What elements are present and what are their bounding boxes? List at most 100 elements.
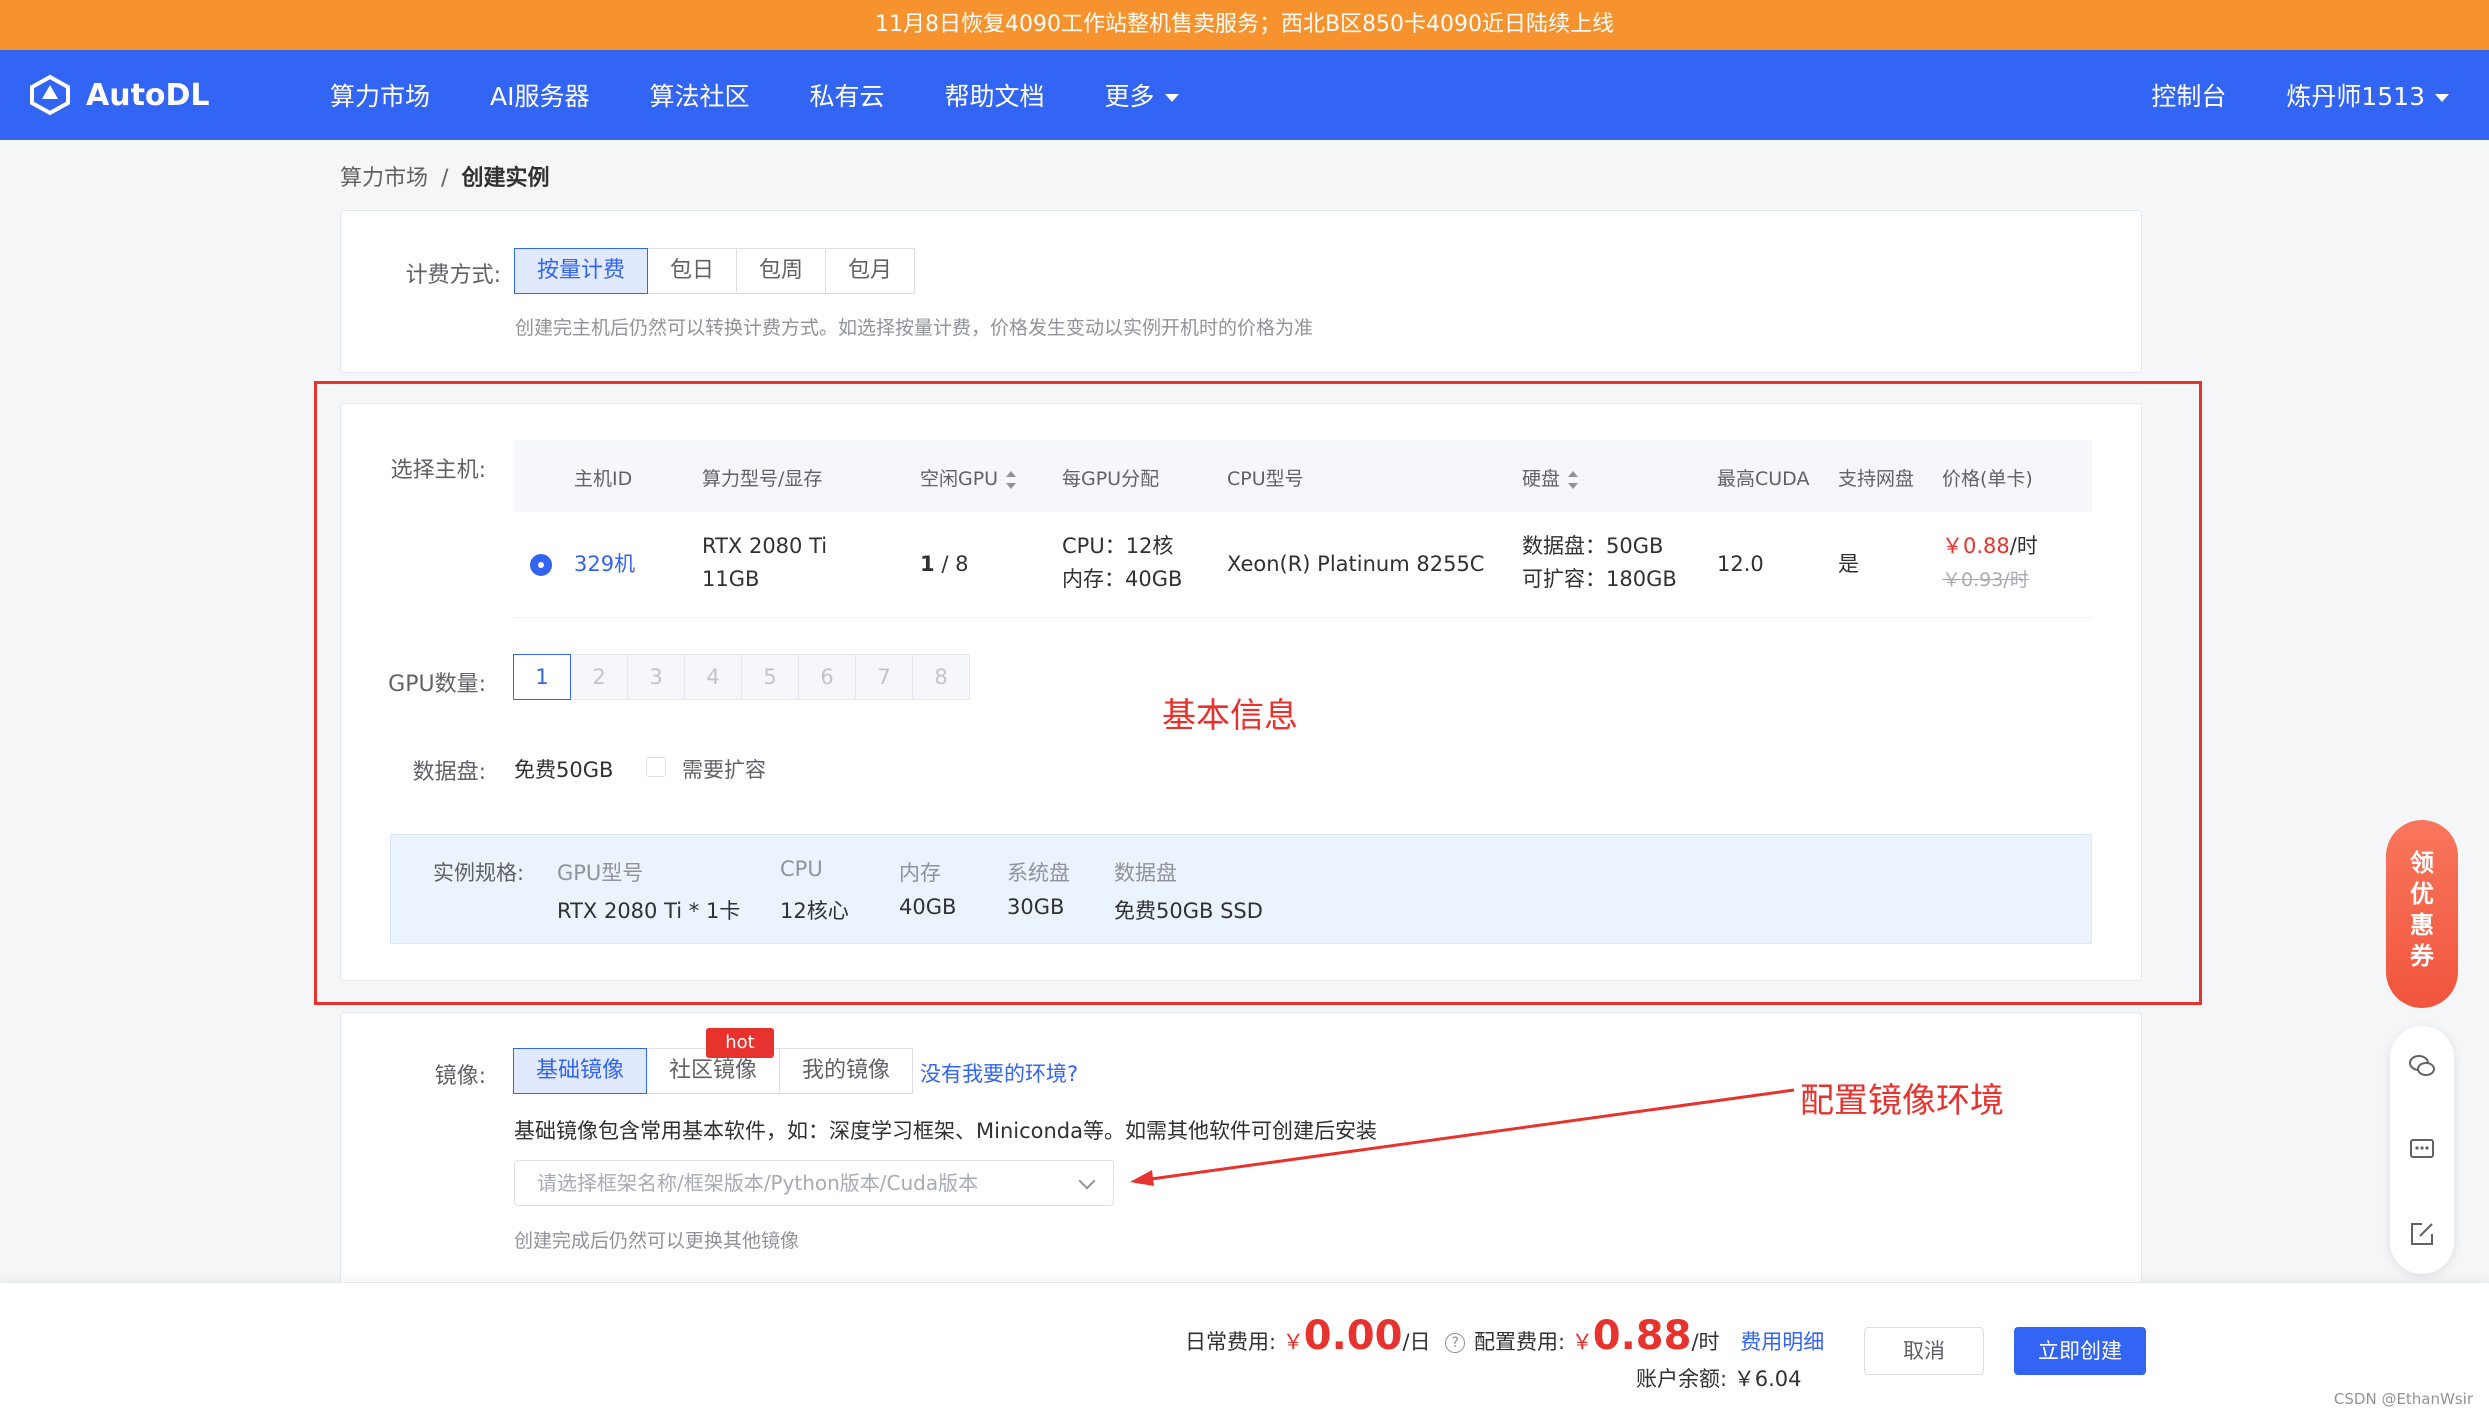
spec-gpu-header: GPU型号 (557, 861, 644, 885)
image-select[interactable]: 请选择框架名称/框架版本/Python版本/Cuda版本 (514, 1160, 1114, 1206)
nav-item-private-cloud[interactable]: 私有云 (810, 77, 885, 113)
col-disk[interactable]: 硬盘 (1522, 464, 1579, 491)
spec-sysdisk-header: 系统盘 (1007, 861, 1070, 885)
host-disk: 数据盘：50GB 可扩容：180GB (1522, 534, 1677, 591)
nav-item-community[interactable]: 算法社区 (650, 77, 750, 113)
sort-icon (1006, 470, 1017, 489)
missing-env-link[interactable]: 没有我要的环境? (920, 1058, 1078, 1088)
breadcrumb-sep: / (441, 166, 449, 191)
gpu-count-5[interactable]: 5 (741, 654, 799, 700)
nav-menu: 算力市场 AI服务器 算法社区 私有云 帮助文档 更多 (330, 50, 1179, 140)
sort-icon (1568, 470, 1579, 489)
tab-base-image[interactable]: 基础镜像 (513, 1048, 648, 1094)
billing-option-daily[interactable]: 包日 (647, 248, 738, 294)
col-gpu-model: 算力型号/显存 (702, 468, 823, 490)
data-disk-label: 数据盘: (412, 760, 486, 785)
nav-item-docs[interactable]: 帮助文档 (945, 77, 1045, 113)
breadcrumb: 算力市场 / 创建实例 (340, 160, 549, 192)
side-toolbar (2390, 1026, 2454, 1274)
spec-mem-value: 40GB (899, 895, 957, 919)
gpu-count-4[interactable]: 4 (684, 654, 742, 700)
gpu-count-1[interactable]: 1 (513, 654, 571, 700)
image-hint: 创建完成后仍然可以更换其他镜像 (514, 1230, 800, 1252)
tab-my-image[interactable]: 我的镜像 (779, 1048, 914, 1094)
instance-spec: 实例规格: GPU型号 RTX 2080 Ti * 1卡 CPU 12核心 内存… (390, 834, 2092, 944)
col-per-gpu: 每GPU分配 (1062, 468, 1160, 490)
chevron-down-icon (1164, 94, 1179, 102)
annotation-arrow (1130, 1088, 1795, 1186)
cancel-button[interactable]: 取消 (1864, 1327, 1984, 1375)
gpu-count-6[interactable]: 6 (798, 654, 856, 700)
chevron-down-icon (1078, 1172, 1096, 1190)
console-link[interactable]: 控制台 (2151, 77, 2226, 113)
host-price: ￥0.88/时 ￥0.93/时 (1942, 534, 2038, 591)
col-cuda: 最高CUDA (1717, 468, 1810, 490)
col-free-gpu[interactable]: 空闲GPU (920, 464, 1017, 491)
coupon-button[interactable]: 领 优 惠 券 (2386, 820, 2458, 1008)
hot-badge: hot (706, 1028, 774, 1058)
billing-option-weekly[interactable]: 包周 (736, 248, 827, 294)
gpu-count-2[interactable]: 2 (570, 654, 628, 700)
col-cpu-model: CPU型号 (1227, 468, 1304, 490)
user-menu[interactable]: 炼丹师1513 (2286, 77, 2449, 113)
host-id[interactable]: 329机 (574, 548, 635, 581)
nav-right: 控制台 炼丹师1513 (2151, 50, 2449, 140)
host-radio[interactable] (530, 554, 552, 576)
chevron-down-icon (2435, 94, 2449, 102)
spec-sysdisk-value: 30GB (1007, 895, 1065, 919)
breadcrumb-parent[interactable]: 算力市场 (340, 166, 428, 191)
nav-item-ai-server[interactable]: AI服务器 (490, 77, 589, 113)
col-price: 价格(单卡) (1942, 468, 2033, 490)
daily-fee: 日常费用: ￥0.00/日 ? (1185, 1313, 1466, 1359)
gpu-count-3[interactable]: 3 (627, 654, 685, 700)
billing-option-monthly[interactable]: 包月 (825, 248, 916, 294)
help-icon[interactable]: ? (1445, 1333, 1466, 1353)
message-icon[interactable] (2408, 1136, 2436, 1164)
host-netdisk: 是 (1838, 552, 1859, 576)
host-label: 选择主机: (390, 458, 486, 483)
top-navbar: AutoDL 算力市场 AI服务器 算法社区 私有云 帮助文档 更多 控制台 炼… (0, 50, 2489, 140)
spec-mem-header: 内存 (899, 861, 941, 885)
nav-item-more[interactable]: 更多 (1105, 77, 1179, 113)
data-disk-free: 免费50GB (514, 758, 614, 782)
expand-checkbox[interactable] (646, 757, 666, 777)
spec-datadisk-value: 免费50GB SSD (1114, 899, 1263, 923)
annotation-image-env: 配置镜像环境 (1800, 1081, 2004, 1121)
announcement-banner[interactable]: 11月8日恢复4090工作站整机售卖服务；西北B区850卡4090近日陆续上线 (0, 0, 2489, 50)
host-per-gpu: CPU：12核 内存：40GB (1062, 534, 1183, 591)
host-gpu-model: RTX 2080 Ti 11GB (702, 534, 828, 591)
wechat-icon[interactable] (2408, 1052, 2436, 1080)
watermark: CSDN @EthanWsir (2333, 1390, 2473, 1408)
brand-name: AutoDL (86, 77, 210, 113)
billing-option-payg[interactable]: 按量计费 (514, 248, 649, 294)
expand-label[interactable]: 需要扩容 (682, 754, 766, 784)
fee-detail-link[interactable]: 费用明细 (1740, 1330, 1824, 1354)
breadcrumb-current: 创建实例 (461, 166, 550, 191)
image-select-placeholder: 请选择框架名称/框架版本/Python版本/Cuda版本 (537, 1171, 979, 1195)
col-netdisk: 支持网盘 (1838, 468, 1915, 490)
col-host-id: 主机ID (574, 468, 633, 490)
spec-label: 实例规格: (433, 861, 525, 885)
spec-cpu-header: CPU (780, 857, 823, 881)
edit-icon[interactable] (2408, 1220, 2436, 1248)
create-button[interactable]: 立即创建 (2014, 1327, 2146, 1375)
billing-hint: 创建完主机后仍然可以转换计费方式。如选择按量计费，价格发生变动以实例开机时的价格… (515, 317, 1314, 339)
nav-item-market[interactable]: 算力市场 (330, 77, 430, 113)
spec-gpu-value: RTX 2080 Ti * 1卡 (557, 899, 741, 923)
spec-cpu-value: 12核心 (780, 899, 849, 923)
account-balance: 账户余额: ￥6.04 (1636, 1367, 1802, 1391)
host-free-gpu: 1 / 8 (920, 552, 969, 576)
host-cpu-model: Xeon(R) Platinum 8255C (1227, 552, 1485, 576)
gpu-count-8[interactable]: 8 (912, 654, 970, 700)
host-table-header: 主机ID 算力型号/显存 空闲GPU 每GPU分配 CPU型号 硬盘 最高CUD… (514, 440, 2092, 512)
table-row[interactable]: 329机 RTX 2080 Ti 11GB 1 / 8 CPU：12核 内存：40G… (514, 512, 2092, 618)
annotation-basic-info: 基本信息 (1162, 696, 1298, 736)
gpu-count-7[interactable]: 7 (855, 654, 913, 700)
billing-options: 按量计费 包日 包周 包月 (514, 248, 916, 294)
gpu-count-selector: 1 2 3 4 5 6 7 8 (513, 654, 970, 700)
image-label: 镜像: (434, 1064, 486, 1089)
gpu-count-label: GPU数量: (388, 672, 486, 697)
billing-card: 计费方式: 按量计费 包日 包周 包月 创建完主机后仍然可以转换计费方式。如选择… (340, 210, 2142, 373)
footer-bar: 日常费用: ￥0.00/日 ? 配置费用: ￥0.88/时 费用明细 账户余额:… (0, 1282, 2489, 1418)
brand-logo[interactable]: AutoDL (28, 72, 210, 118)
